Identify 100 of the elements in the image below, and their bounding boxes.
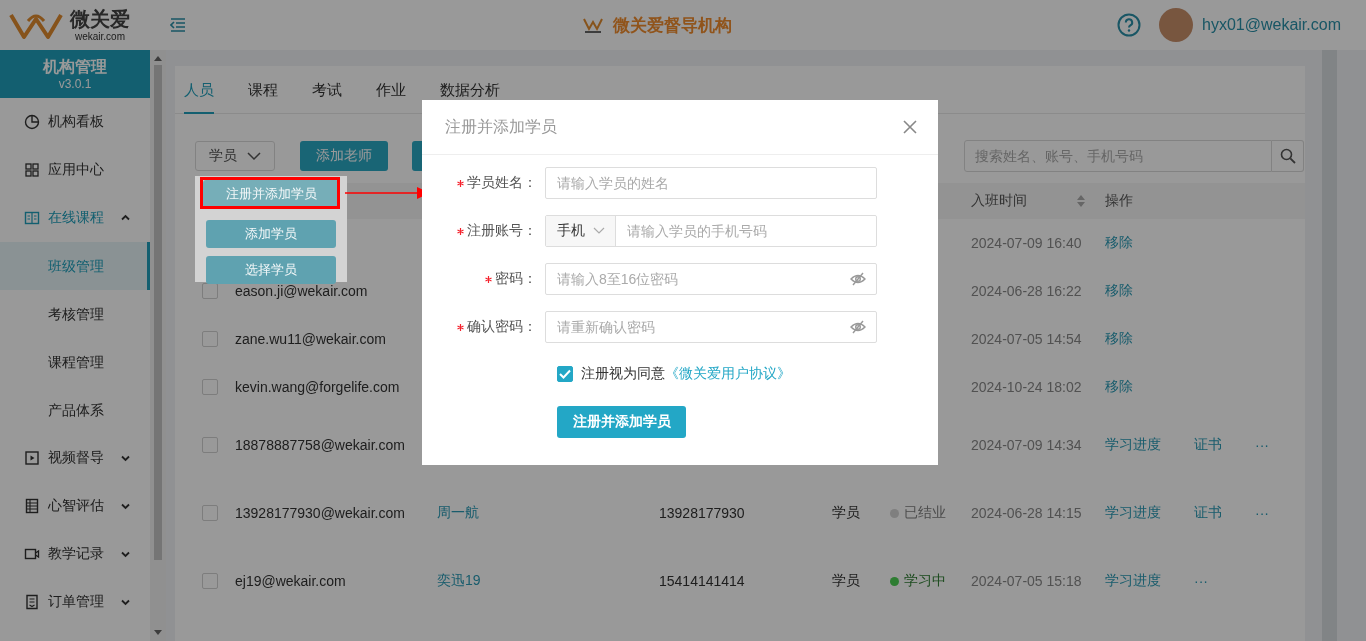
agree-checkbox[interactable] (557, 366, 573, 382)
book-icon (24, 210, 40, 226)
close-icon[interactable] (903, 120, 917, 134)
action-link[interactable]: 证书 (1194, 504, 1222, 522)
agreement-link[interactable]: 《微关爱用户协议》 (665, 365, 791, 383)
table-cell: 2024-07-05 15:18 (971, 573, 1082, 589)
menu-collapse-icon[interactable] (170, 18, 186, 32)
pie-chart-icon (24, 114, 40, 130)
action-link[interactable]: 移除 (1105, 330, 1133, 348)
avatar[interactable] (1159, 8, 1193, 42)
dialog-title: 注册并添加学员 (445, 116, 557, 137)
menu-item[interactable]: 添加学员 (206, 220, 336, 248)
role-select[interactable]: 学员 (195, 141, 275, 171)
table-cell: 2024-06-28 16:22 (971, 283, 1082, 299)
table-cell: ej19@wekair.com (235, 573, 346, 589)
brand-title: 微关爱督导机构 (613, 14, 732, 37)
action-link[interactable]: ··· (1255, 437, 1269, 453)
menu-item[interactable]: 注册并添加学员 (203, 180, 339, 208)
submit-button[interactable]: 注册并添加学员 (557, 406, 686, 438)
sidebar-subitem[interactable]: 考核管理 (0, 290, 150, 338)
agreement-text: 注册视为同意 (581, 365, 665, 383)
chevron-down-icon (592, 227, 605, 235)
sort-icon[interactable] (1077, 194, 1085, 208)
table-cell: eason.ji@wekair.com (235, 283, 368, 299)
action-link[interactable]: ··· (1255, 505, 1269, 521)
tab[interactable]: 课程 (248, 66, 278, 114)
sidebar-subitem[interactable]: 班级管理 (0, 242, 150, 290)
password-field[interactable]: 请输入8至16位密码 (545, 263, 877, 295)
action-link[interactable]: 移除 (1105, 234, 1133, 252)
sidebar-item[interactable]: 视频督导 (0, 434, 150, 482)
account-type-select[interactable]: 手机 (546, 216, 616, 246)
play-icon (24, 450, 40, 466)
sidebar-item[interactable]: 机构看板 (0, 98, 150, 146)
sidebar-subitem[interactable]: 课程管理 (0, 338, 150, 386)
field-label: 学员姓名： (467, 174, 537, 192)
checkbox[interactable] (202, 283, 218, 299)
user-name[interactable]: hyx01@wekair.com (1202, 16, 1341, 34)
checkmark-icon (559, 369, 571, 379)
table-cell: 13928177930@wekair.com (235, 505, 405, 521)
receipt-icon (24, 594, 40, 610)
list-icon (24, 498, 40, 514)
name-link[interactable]: 奕迅19 (437, 572, 481, 590)
checkbox[interactable] (202, 505, 218, 521)
logo-text: 微关爱 (70, 8, 130, 29)
add-teacher-button[interactable]: 添加老师 (300, 141, 388, 171)
table-cell: zane.wu11@wekair.com (235, 331, 386, 347)
action-link[interactable]: 学习进度 (1105, 504, 1161, 522)
help-icon[interactable] (1117, 13, 1141, 37)
sidebar-item[interactable]: 应用中心 (0, 146, 150, 194)
sidebar-item[interactable]: 教学记录 (0, 530, 150, 578)
sidebar-item[interactable]: 订单管理 (0, 578, 150, 626)
sidebar-scrollbar[interactable] (150, 50, 166, 641)
action-link[interactable]: ··· (1194, 573, 1208, 589)
eye-off-icon[interactable] (850, 319, 866, 335)
column-header: 操作 (1105, 192, 1133, 210)
field-label: 注册账号： (467, 222, 537, 240)
sidebar-subitem[interactable]: 产品体系 (0, 386, 150, 434)
eye-off-icon[interactable] (850, 271, 866, 287)
action-link[interactable]: 移除 (1105, 378, 1133, 396)
search-icon (1279, 148, 1296, 164)
password-field[interactable]: 请重新确认密码 (545, 311, 877, 343)
action-link[interactable]: 学习进度 (1105, 572, 1161, 590)
action-link[interactable]: 证书 (1194, 436, 1222, 454)
checkbox[interactable] (202, 331, 218, 347)
menu-item[interactable]: 选择学员 (206, 256, 336, 284)
checkbox[interactable] (202, 437, 218, 453)
scrollbar-thumb[interactable] (154, 65, 162, 560)
checkbox[interactable] (202, 573, 218, 589)
table-cell: 学员 (832, 504, 860, 522)
name-link[interactable]: 周一航 (437, 504, 479, 522)
action-link[interactable]: 移除 (1105, 282, 1133, 300)
sidebar-item[interactable]: 心智评估 (0, 482, 150, 530)
table-cell: 15414141414 (659, 573, 745, 589)
field-label: 确认密码： (467, 318, 537, 336)
grid-icon (24, 162, 40, 178)
status-label: 学习中 (904, 572, 946, 590)
table-cell: 18878887758@wekair.com (235, 437, 405, 453)
table-cell: 2024-07-09 14:34 (971, 437, 1082, 453)
tab[interactable]: 考试 (312, 66, 342, 114)
status-label: 已结业 (904, 504, 946, 522)
table-cell: 2024-07-05 14:54 (971, 331, 1082, 347)
search-button[interactable] (1272, 140, 1304, 172)
field-label: 密码： (495, 270, 537, 288)
text-field[interactable]: 请输入学员的姓名 (545, 167, 877, 199)
brand-logo-icon (583, 16, 603, 34)
sidebar-item[interactable]: 在线课程 (0, 194, 150, 242)
table-cell: 2024-07-09 16:40 (971, 235, 1082, 251)
table-cell: 13928177930 (659, 505, 745, 521)
table-cell: kevin.wang@forgelife.com (235, 379, 400, 395)
account-field[interactable]: 手机 请输入学员的手机号码 (545, 215, 877, 247)
chevron-down-icon (247, 151, 261, 161)
scroll-down-icon (154, 630, 162, 635)
logo-subtext: wekair.com (75, 31, 125, 42)
video-camera-icon (24, 546, 40, 562)
page-scrollbar[interactable] (1322, 50, 1337, 641)
action-link[interactable]: 学习进度 (1105, 436, 1161, 454)
checkbox[interactable] (202, 379, 218, 395)
version-label: v3.0.1 (58, 76, 92, 92)
tab[interactable]: 人员 (184, 66, 214, 114)
tab[interactable]: 作业 (376, 66, 406, 114)
